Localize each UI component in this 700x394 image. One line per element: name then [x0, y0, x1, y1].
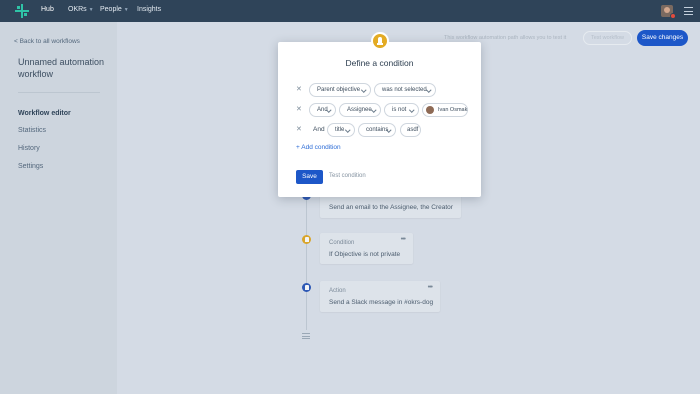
chevron-down-icon: ▼ [88, 7, 94, 13]
pawn-glyph [304, 237, 309, 242]
timeline-line [306, 190, 307, 330]
save-button[interactable]: Save [296, 170, 323, 184]
operator-select-value: was not selected [382, 87, 427, 93]
operator-select-value: is not [392, 107, 407, 113]
pawn-base [377, 43, 383, 45]
sidebar-item-settings[interactable]: Settings [18, 163, 43, 170]
condition-icon [371, 32, 389, 50]
card-text: Send an email to the Assignee, the Creat… [329, 204, 453, 211]
field-select-value: Assignee [347, 107, 372, 113]
notification-badge [670, 13, 676, 19]
timeline-card-action-slack[interactable]: Action ••• Send a Slack message in #okrs… [320, 281, 440, 312]
workflow-title[interactable]: Unnamed automation workflow [18, 56, 110, 80]
condition-row: ✕ And Assignee is not Ivan Osmak [278, 103, 481, 117]
condition-node-icon [302, 235, 311, 244]
nav-people[interactable]: People ▼ [100, 6, 129, 13]
chevron-down-icon [408, 107, 414, 113]
menu-icon[interactable] [684, 7, 693, 15]
modal-title: Define a condition [345, 58, 414, 68]
nav-okrs-label: OKRs [68, 6, 87, 13]
test-workflow-button[interactable]: Test workflow [583, 31, 632, 45]
operator-select[interactable]: is not [384, 103, 419, 117]
condition-row: ✕ And title contains asdf [278, 123, 481, 137]
card-text: If Objective is not private [329, 251, 401, 258]
hourglass-glyph [304, 285, 309, 290]
operator-select-value: contains [366, 127, 389, 133]
workflow-hint: This workflow automation path allows you… [444, 35, 567, 41]
remove-condition-icon[interactable]: ✕ [296, 125, 302, 133]
field-select[interactable]: Assignee [339, 103, 381, 117]
field-select[interactable]: title [327, 123, 355, 137]
value-input[interactable]: asdf [400, 123, 421, 137]
timeline-card-condition[interactable]: Condition ••• If Objective is not privat… [320, 233, 413, 264]
field-select-value: title [335, 127, 345, 133]
field-select-value: Parent objective [317, 87, 361, 93]
field-select[interactable]: Parent objective [309, 83, 371, 97]
nav-people-label: People [100, 6, 122, 13]
back-to-workflows-link[interactable]: < Back to all workflows [14, 38, 80, 45]
operator-select[interactable]: contains [358, 123, 396, 137]
sidebar-divider [18, 92, 100, 93]
condition-row: ✕ Parent objective was not selected [278, 83, 481, 97]
action-node-icon [302, 283, 311, 292]
nav-insights[interactable]: Insights [137, 6, 161, 13]
top-nav: Hub OKRs ▼ People ▼ Insights [0, 0, 700, 22]
add-step-icon[interactable] [302, 333, 310, 340]
avatar [426, 106, 434, 114]
remove-condition-icon[interactable]: ✕ [296, 85, 302, 93]
more-icon[interactable]: ••• [401, 236, 406, 243]
card-text: Send a Slack message in #okrs-dog [329, 299, 434, 306]
card-type: Action [329, 288, 346, 294]
operator-select[interactable]: was not selected [374, 83, 436, 97]
define-condition-modal: Define a condition ✕ Parent objective wa… [278, 42, 481, 197]
more-icon[interactable]: ••• [428, 284, 433, 291]
connector-label: And [313, 126, 325, 133]
sidebar-item-workflow-editor[interactable]: Workflow editor [18, 110, 71, 117]
nav-okrs[interactable]: OKRs ▼ [68, 6, 94, 13]
remove-condition-icon[interactable]: ✕ [296, 105, 302, 113]
card-type: Condition [329, 240, 355, 246]
app-logo-icon[interactable] [15, 4, 29, 18]
user-name: Ivan Osmak [438, 107, 468, 113]
save-changes-button[interactable]: Save changes [637, 30, 688, 46]
nav-hub[interactable]: Hub [41, 6, 54, 13]
chevron-down-icon [344, 127, 350, 133]
test-condition-button[interactable]: Test condition [329, 173, 366, 179]
chevron-down-icon: ▼ [123, 7, 129, 13]
user-value-chip[interactable]: Ivan Osmak [422, 103, 468, 117]
sidebar-item-statistics[interactable]: Statistics [18, 127, 46, 134]
avatar-face [664, 7, 670, 13]
sidebar-item-history[interactable]: History [18, 145, 40, 152]
chevron-down-icon [360, 87, 366, 93]
connector-select[interactable]: And [309, 103, 336, 117]
add-condition-link[interactable]: + Add condition [296, 144, 341, 151]
